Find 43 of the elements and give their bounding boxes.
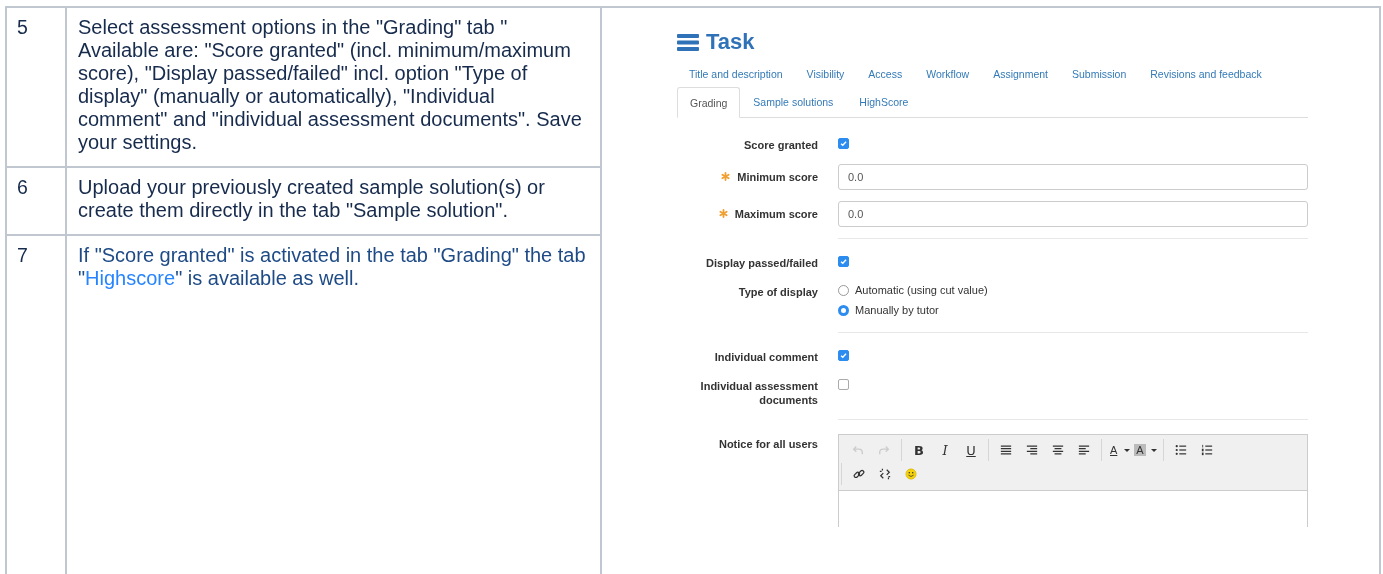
rich-text-editor[interactable]: B I U A A [838,434,1308,527]
bold-button[interactable]: B [908,440,930,460]
step-text: Select assessment options in the "Grading" tab " Available are: "Score granted" (incl. minimum/maximum score), "Display passed/failed" incl. option "Type of display" (manually or automatically), "Individual comment" and "individual assessment documents". Save your settings. [78,16,583,154]
input-field[interactable]: 0.0 [838,201,1308,227]
tab[interactable]: Workflow [914,67,982,81]
underline-button[interactable]: U [960,440,982,460]
radio-button[interactable] [838,304,849,316]
checkbox[interactable] [838,379,849,390]
step-number: 5 [17,16,28,38]
tab[interactable]: Visibility [794,67,857,81]
tab[interactable]: Title and description [677,67,795,81]
bg-color-button[interactable]: A [1134,440,1157,460]
page-title: Task [706,29,755,55]
field-label: Minimum score [737,170,818,184]
step-number: 6 [17,176,28,198]
radio-label: Automatic (using cut value) [855,284,988,296]
field-label: Type of display [738,285,818,299]
tab[interactable]: Sample solutions [740,87,847,117]
text-color-button[interactable]: A [1108,440,1131,460]
checkbox[interactable] [838,256,849,267]
tab[interactable]: Assignment [981,67,1060,81]
field-label: Individual comment [714,350,818,364]
field-label: Maximum score [734,207,818,221]
italic-button[interactable]: I [934,440,956,460]
step-text: Upload your previously created sample solution(s) or create them directly in the tab "Sample solution". [78,176,546,222]
tab[interactable]: Submission [1060,67,1139,81]
tab[interactable]: HighScore [846,87,922,117]
input-field[interactable]: 0.0 [838,164,1308,190]
tab[interactable]: Grading [677,87,741,118]
field-label: Display passed/failed [706,256,818,270]
highscore-link[interactable]: Highscore [85,267,176,289]
field-label: Notice for all users [718,437,818,451]
field-label: Individual assessment documents [699,379,818,407]
step-number: 7 [17,244,28,266]
checkbox[interactable] [838,138,849,149]
tab[interactable]: Revisions and feedback [1138,67,1274,81]
field-label: Score granted [744,138,818,152]
step-text: If "Score granted" is activated in the tab "Grading" the tab "Highscore" is available as well. [78,244,587,290]
tab[interactable]: Access [856,67,915,81]
radio-button[interactable] [838,284,849,296]
checkbox[interactable] [838,350,849,361]
list-icon [677,33,699,51]
radio-label: Manually by tutor [855,304,939,316]
